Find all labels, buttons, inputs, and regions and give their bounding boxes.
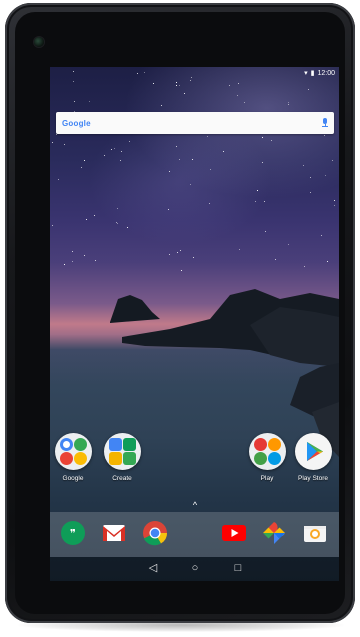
- gmail-icon[interactable]: [100, 519, 128, 547]
- camera-icon[interactable]: [301, 519, 329, 547]
- status-bar: ▾ ▮ 12:00: [50, 67, 339, 79]
- app-drawer-arrow-icon[interactable]: ^: [189, 501, 201, 510]
- app-label: Play Store: [298, 475, 328, 482]
- play-store-icon: [294, 433, 332, 470]
- back-button[interactable]: ◁: [145, 561, 161, 575]
- microphone-icon[interactable]: [322, 118, 328, 128]
- recents-button[interactable]: □: [230, 561, 246, 575]
- tablet-device: ▾ ▮ 12:00 Google Google Create Play Play…: [5, 3, 355, 623]
- app-label: Create: [112, 475, 132, 482]
- app-create-folder[interactable]: Create: [100, 433, 144, 482]
- home-button[interactable]: ○: [187, 561, 203, 575]
- app-play-store[interactable]: Play Store: [291, 433, 335, 482]
- wifi-icon: ▾: [304, 69, 308, 77]
- app-play-folder[interactable]: Play: [245, 433, 289, 482]
- hangouts-icon[interactable]: ❞: [59, 519, 87, 547]
- youtube-icon[interactable]: [220, 519, 248, 547]
- app-label: Play: [260, 475, 274, 482]
- status-time: 12:00: [317, 69, 335, 77]
- app-label: Google: [62, 475, 84, 482]
- svg-text:❞: ❞: [70, 527, 76, 540]
- app-google-folder[interactable]: Google: [51, 433, 95, 482]
- chrome-icon[interactable]: [141, 519, 169, 547]
- photos-icon[interactable]: [260, 519, 288, 547]
- favorites-dock: [50, 512, 339, 557]
- battery-icon: ▮: [310, 69, 315, 77]
- google-search-bar[interactable]: Google: [56, 112, 334, 134]
- home-screen: ▾ ▮ 12:00 Google Google Create Play Play…: [50, 67, 339, 581]
- google-folder-icon: [54, 433, 92, 470]
- play-folder-icon: [248, 433, 286, 470]
- create-folder-icon: [103, 433, 141, 470]
- front-camera-icon: [34, 37, 44, 47]
- google-logo: Google: [62, 118, 91, 128]
